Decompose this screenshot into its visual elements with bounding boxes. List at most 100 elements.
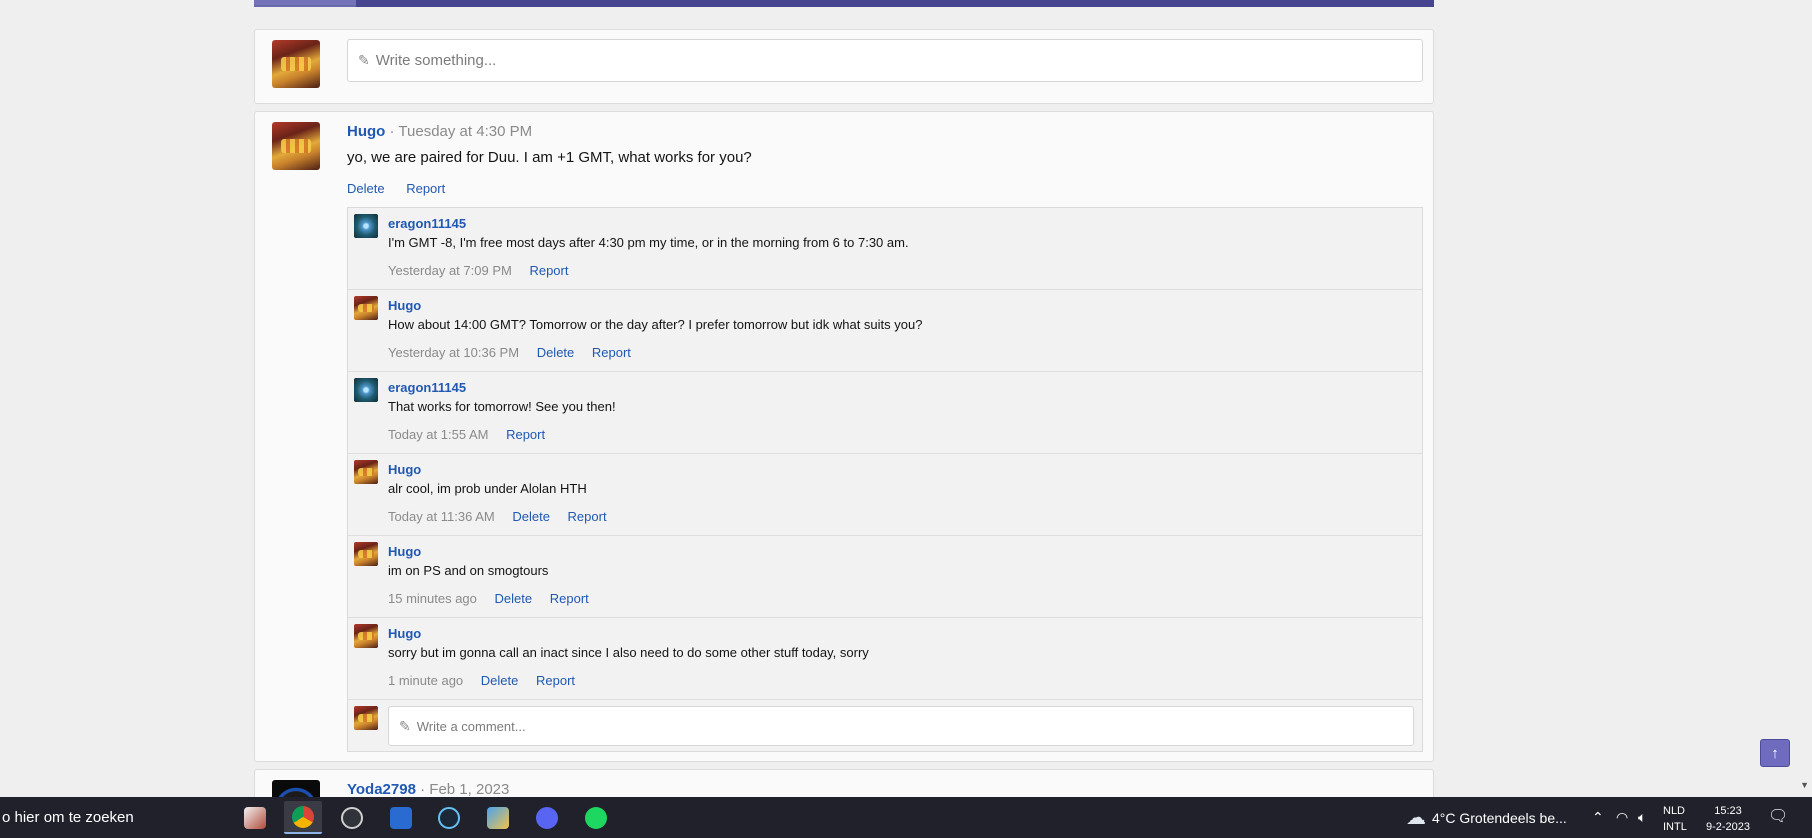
post-author-link[interactable]: Hugo: [347, 123, 385, 140]
post-timestamp[interactable]: Feb 1, 2023: [429, 781, 509, 798]
comment-author-link[interactable]: Hugo: [388, 544, 421, 559]
report-link[interactable]: Report: [506, 427, 545, 442]
avatar[interactable]: [354, 378, 378, 402]
avatar[interactable]: [354, 542, 378, 566]
comment-author-link[interactable]: Hugo: [388, 462, 421, 477]
taskbar-clock[interactable]: 15:23 9-2-2023: [1703, 803, 1753, 835]
taskbar-search-box[interactable]: o hier om te zoeken: [0, 797, 228, 838]
comment: Hugo alr cool, im prob under Alolan HTH …: [348, 454, 1422, 536]
comment-composer: ✎ Write a comment...: [348, 700, 1422, 752]
scroll-to-top-button[interactable]: ↑: [1760, 739, 1790, 767]
report-link[interactable]: Report: [536, 673, 575, 688]
report-link[interactable]: Report: [592, 345, 631, 360]
comment-author-link[interactable]: Hugo: [388, 626, 421, 641]
comment-meta: Today at 1:55 AM Report: [388, 427, 559, 442]
comment-input-placeholder: Write a comment...: [416, 718, 526, 734]
obs-icon[interactable]: [333, 801, 371, 834]
avatar[interactable]: [354, 624, 378, 648]
comment-list: eragon11145 I'm GMT -8, I'm free most da…: [347, 207, 1423, 752]
clock-time: 15:23: [1714, 805, 1742, 817]
avatar[interactable]: [354, 214, 378, 238]
comment-text: That works for tomorrow! See you then!: [388, 399, 616, 414]
comment-meta: 1 minute ago Delete Report: [388, 673, 589, 688]
avatar[interactable]: [272, 122, 320, 170]
comment-timestamp[interactable]: Yesterday at 10:36 PM: [388, 345, 519, 360]
post-header: Hugo · Tuesday at 4:30 PM: [347, 123, 532, 140]
profile-post: Hugo · Tuesday at 4:30 PM yo, we are pai…: [254, 111, 1434, 762]
discord-icon[interactable]: [528, 801, 566, 834]
post-body: yo, we are paired for Duu. I am +1 GMT, …: [347, 149, 752, 166]
taskbar-search-text: o hier om te zoeken: [2, 809, 134, 826]
comment-timestamp[interactable]: 1 minute ago: [388, 673, 463, 688]
post-actions: Delete Report: [347, 181, 463, 196]
comment-meta: Yesterday at 10:36 PM Delete Report: [388, 345, 645, 360]
notification-icon[interactable]: 🗨︎: [1768, 806, 1788, 826]
separator: ·: [420, 781, 426, 798]
status-composer-card: ✎ Write something...: [254, 29, 1434, 104]
comment: Hugo sorry but im gonna call an inact si…: [348, 618, 1422, 700]
report-link[interactable]: Report: [529, 263, 568, 278]
comment-meta: Yesterday at 7:09 PM Report: [388, 263, 582, 278]
report-link[interactable]: Report: [568, 509, 607, 524]
delete-link[interactable]: Delete: [481, 673, 519, 688]
clock-date: 9-2-2023: [1705, 821, 1751, 833]
comment-text: alr cool, im prob under Alolan HTH: [388, 481, 587, 496]
comment: eragon11145 That works for tomorrow! See…: [348, 372, 1422, 454]
pencil-icon: ✎: [399, 717, 411, 734]
comment-author-link[interactable]: eragon11145: [388, 380, 466, 395]
weather-text: 4°C Grotendeels be...: [1432, 809, 1567, 826]
comment-author-link[interactable]: eragon11145: [388, 216, 466, 231]
language-indicator[interactable]: NLD INTL: [1663, 803, 1687, 835]
comment-meta: Today at 11:36 AM Delete Report: [388, 509, 621, 524]
comment-input[interactable]: ✎ Write a comment...: [388, 706, 1414, 746]
post-timestamp[interactable]: Tuesday at 4:30 PM: [398, 123, 532, 140]
report-link[interactable]: Report: [550, 591, 589, 606]
comment-text: How about 14:00 GMT? Tomorrow or the day…: [388, 317, 923, 332]
post-header: Yoda2798 · Feb 1, 2023: [347, 781, 509, 798]
status-input-placeholder: Write something...: [375, 52, 497, 69]
comment-author-link[interactable]: Hugo: [388, 298, 421, 313]
report-link[interactable]: Report: [406, 181, 445, 196]
weather-widget[interactable]: ☁ 4°C Grotendeels be...: [1406, 797, 1567, 838]
chrome-icon[interactable]: [284, 801, 322, 834]
language-code: NLD: [1663, 805, 1686, 817]
video-editor-icon[interactable]: [382, 801, 420, 834]
comment: Hugo How about 14:00 GMT? Tomorrow or th…: [348, 290, 1422, 372]
comment: Hugo im on PS and on smogtours 15 minute…: [348, 536, 1422, 618]
wifi-icon[interactable]: ◠: [1616, 797, 1628, 838]
delete-link[interactable]: Delete: [495, 591, 533, 606]
status-input[interactable]: ✎ Write something...: [347, 39, 1423, 82]
delete-link[interactable]: Delete: [512, 509, 550, 524]
unknown-app-icon[interactable]: [236, 801, 274, 834]
comment-text: sorry but im gonna call an inact since I…: [388, 645, 869, 660]
comment-text: I'm GMT -8, I'm free most days after 4:3…: [388, 235, 909, 250]
active-tab-indicator[interactable]: [254, 0, 356, 7]
comment-timestamp[interactable]: 15 minutes ago: [388, 591, 477, 606]
separator: ·: [389, 123, 395, 140]
spotify-icon[interactable]: [577, 801, 615, 834]
avatar[interactable]: [354, 460, 378, 484]
steam-icon[interactable]: [430, 801, 468, 834]
comment-timestamp[interactable]: Today at 1:55 AM: [388, 427, 488, 442]
cloud-icon: ☁: [1406, 807, 1426, 829]
comment-meta: 15 minutes ago Delete Report: [388, 591, 603, 606]
control-panel-icon[interactable]: [479, 801, 517, 834]
post-author-link[interactable]: Yoda2798: [347, 781, 416, 798]
comment-timestamp[interactable]: Today at 11:36 AM: [388, 509, 495, 524]
delete-link[interactable]: Delete: [347, 181, 385, 196]
pencil-icon: ✎: [358, 52, 370, 68]
avatar[interactable]: [272, 40, 320, 88]
profile-tab-bar: [254, 0, 1434, 7]
arrow-up-icon: ↑: [1771, 744, 1779, 762]
chevron-up-icon[interactable]: ⌃: [1592, 797, 1604, 838]
avatar: [354, 706, 378, 730]
avatar[interactable]: [354, 296, 378, 320]
windows-taskbar: o hier om te zoeken ☁ 4°C Grotendeels be…: [0, 797, 1812, 838]
volume-icon[interactable]: 🔈︎: [1638, 797, 1646, 838]
comment-timestamp[interactable]: Yesterday at 7:09 PM: [388, 263, 512, 278]
comment-text: im on PS and on smogtours: [388, 563, 549, 578]
delete-link[interactable]: Delete: [537, 345, 575, 360]
scrollbar-down-arrow-icon[interactable]: ▼: [1800, 780, 1809, 790]
keyboard-layout: INTL: [1663, 821, 1687, 833]
comment: eragon11145 I'm GMT -8, I'm free most da…: [348, 208, 1422, 290]
